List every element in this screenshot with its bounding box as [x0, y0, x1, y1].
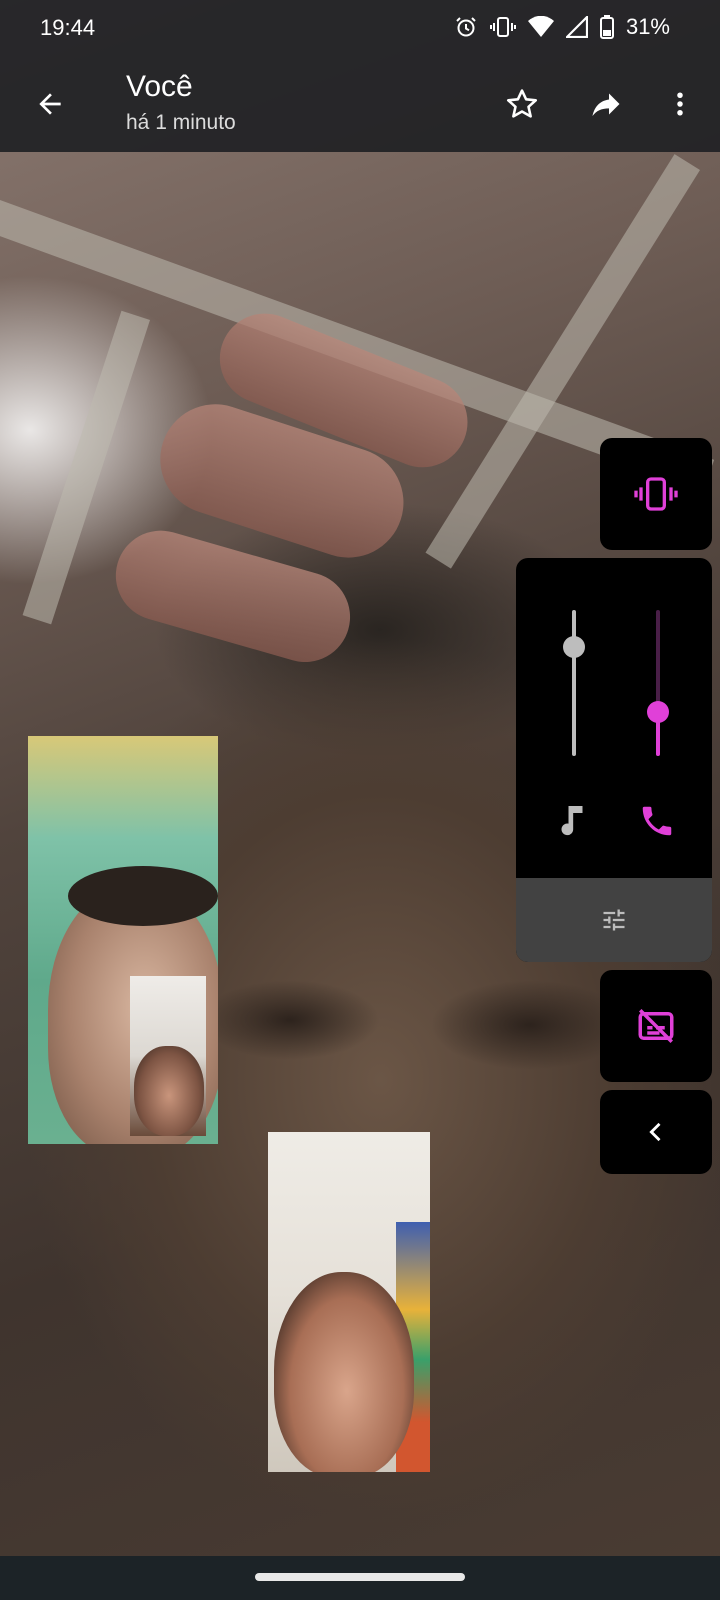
vibrate-icon: [634, 477, 678, 511]
share-icon: [592, 93, 620, 116]
captions-off-icon: [638, 1009, 674, 1043]
status-time: 19:44: [40, 15, 96, 40]
chevron-left-icon: [649, 1122, 661, 1142]
page-title: Você: [126, 70, 193, 103]
share-button[interactable]: [582, 80, 630, 128]
status-bar: 19:44 31%: [0, 0, 720, 56]
status-icons: 31%: [454, 14, 670, 40]
vibrate-icon: [489, 15, 516, 39]
volume-settings-button[interactable]: [516, 878, 712, 962]
tune-icon: [603, 909, 625, 931]
call-volume-thumb[interactable]: [647, 701, 669, 724]
video-thumbnail-2[interactable]: [268, 1132, 430, 1472]
battery-percentage: 31%: [625, 14, 670, 39]
video-thumbnail-1[interactable]: [28, 736, 218, 1144]
more-vert-icon: [677, 92, 683, 116]
home-gesture-handle[interactable]: [255, 1573, 465, 1581]
video-inset: [130, 976, 206, 1136]
wifi-icon: [527, 16, 554, 38]
person-hair: [68, 866, 218, 926]
person-face: [134, 1046, 204, 1136]
more-options-button[interactable]: [656, 80, 704, 128]
live-captions-button[interactable]: [600, 970, 712, 1082]
collapse-panel-button[interactable]: [600, 1090, 712, 1174]
person-face: [274, 1272, 414, 1472]
music-note-icon: [558, 802, 586, 843]
star-button[interactable]: [498, 80, 546, 128]
battery-icon: [599, 15, 614, 39]
arrow-back-icon: [39, 93, 61, 115]
alarm-icon: [454, 15, 478, 39]
app-bar: Você há 1 minuto: [0, 56, 720, 152]
back-button[interactable]: [28, 82, 72, 126]
media-volume-thumb[interactable]: [563, 635, 585, 658]
phone-icon: [638, 802, 676, 845]
signal-icon: [565, 16, 588, 38]
media-volume-track[interactable]: [572, 610, 576, 756]
star-icon: [506, 89, 538, 118]
navigation-bar: [0, 1556, 720, 1600]
shadow-area: [200, 980, 380, 1060]
page-subtitle: há 1 minuto: [126, 111, 236, 134]
volume-panel: [516, 558, 712, 962]
ringer-mode-button[interactable]: [600, 438, 712, 550]
